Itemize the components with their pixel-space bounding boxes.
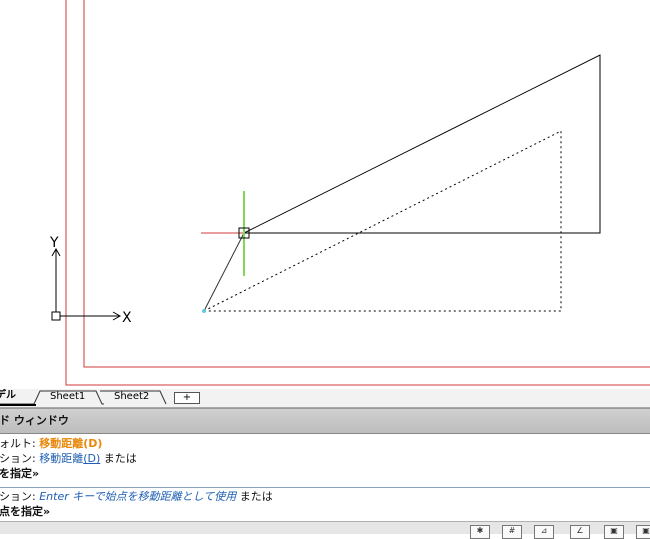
moved-triangle[interactable] bbox=[243, 54, 601, 234]
history-line-4: ジション: Enter キーで始点を移動距離として使用 または bbox=[0, 490, 273, 503]
history-line-3: 点を指定» bbox=[0, 467, 40, 480]
history-line-5: 的点を指定» bbox=[0, 505, 51, 518]
tab-sheet1[interactable]: Sheet1 bbox=[44, 390, 91, 404]
ucs-y-label: Y bbox=[49, 235, 59, 251]
command-history: フォルト: 移動距離(D) ジション: 移動距離(D) または 点を指定» ジシ… bbox=[0, 434, 650, 524]
drawing-svg[interactable]: Y X bbox=[0, 0, 650, 389]
status-icon-snap[interactable]: ✱ bbox=[470, 525, 490, 539]
history-line-2: ジション: 移動距離(D) または bbox=[0, 452, 137, 465]
base-point-marker bbox=[202, 309, 206, 313]
tab-outlines bbox=[0, 390, 167, 406]
default-option[interactable]: 移動距離(D) bbox=[39, 437, 102, 450]
rubber-band-line bbox=[203, 232, 245, 312]
paper-border-outer bbox=[65, 0, 650, 386]
drawing-canvas[interactable]: Y X bbox=[0, 0, 650, 389]
paper-border-inner bbox=[83, 0, 650, 368]
tab-sheet2[interactable]: Sheet2 bbox=[108, 390, 155, 404]
option-distance[interactable]: 移動距離 bbox=[39, 452, 83, 465]
ucs-icon: Y X bbox=[49, 235, 132, 326]
option-distance-key[interactable]: (D) bbox=[83, 452, 100, 465]
history-line-1: フォルト: 移動距離(D) bbox=[0, 437, 103, 450]
command-window-title: ンド ウィンドウ bbox=[0, 414, 69, 427]
layout-tab-bar: デル Sheet1 Sheet2 + bbox=[0, 389, 650, 408]
ucs-x-label: X bbox=[122, 310, 132, 326]
status-icon-otrack[interactable]: ▣ bbox=[636, 525, 650, 539]
tab-model[interactable]: デル bbox=[0, 389, 22, 403]
status-bar: ✱ # ⊿ ∠ ▣ ▣ bbox=[0, 521, 650, 539]
enter-hint[interactable]: Enter キーで始点を移動距離として使用 bbox=[39, 490, 236, 503]
status-icon-osnap[interactable]: ▣ bbox=[604, 525, 624, 539]
status-icon-ortho[interactable]: ⊿ bbox=[534, 525, 554, 539]
add-tab-button[interactable]: + bbox=[174, 392, 200, 404]
history-separator bbox=[0, 487, 650, 488]
status-icon-grid[interactable]: # bbox=[502, 525, 522, 539]
preview-triangle bbox=[203, 130, 562, 312]
command-window-header[interactable]: ンド ウィンドウ bbox=[0, 408, 650, 434]
status-icon-polar[interactable]: ∠ bbox=[570, 525, 590, 539]
